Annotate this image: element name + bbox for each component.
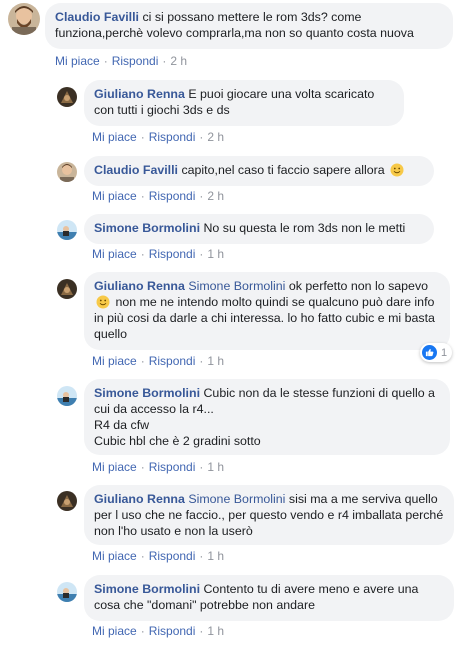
reply-link[interactable]: Rispondi	[149, 460, 196, 474]
comment-time[interactable]: 2 h	[207, 130, 224, 144]
comment-bubble: Giuliano Renna Simone Bormolini sisi ma …	[84, 485, 454, 545]
like-link[interactable]: Mi piace	[92, 624, 137, 638]
like-link[interactable]: Mi piace	[55, 54, 100, 68]
comment-author[interactable]: Giuliano Renna	[94, 87, 185, 101]
comment-author[interactable]: Giuliano Renna	[94, 279, 185, 293]
comment-author[interactable]: Simone Bormolini	[94, 221, 200, 235]
comment-text: capito,nel caso ti faccio sapere allora	[181, 163, 385, 177]
comment-time[interactable]: 1 h	[207, 460, 224, 474]
reaction-count: 1	[441, 346, 448, 359]
comment-time[interactable]: 2 h	[207, 189, 224, 203]
comment-actions: Mi piace · Rispondi · 1 h	[92, 247, 225, 261]
avatar-giuliano-renna[interactable]	[57, 491, 77, 511]
like-link[interactable]: Mi piace	[92, 460, 137, 474]
comment-bubble: Claudio Favilli capito,nel caso ti facci…	[84, 156, 434, 186]
reply-link[interactable]: Rispondi	[112, 54, 159, 68]
comment-actions: Mi piace · Rispondi · 1 h	[92, 549, 225, 563]
thumbs-up-icon	[422, 345, 437, 360]
like-link[interactable]: Mi piace	[92, 189, 137, 203]
avatar-claudio-favilli[interactable]	[8, 3, 40, 35]
comment-time[interactable]: 1 h	[207, 354, 224, 368]
reply-link[interactable]: Rispondi	[149, 624, 196, 638]
comment-time[interactable]: 2 h	[170, 54, 187, 68]
mention-link[interactable]: Simone Bormolini	[188, 279, 285, 293]
reaction-badge[interactable]: 1	[420, 343, 453, 362]
comment-bubble: Claudio Favilli ci si possano mettere le…	[45, 3, 453, 49]
avatar-giuliano-renna[interactable]	[57, 87, 77, 107]
comment-bubble: Simone Bormolini Contento tu di avere me…	[84, 575, 454, 621]
comment-actions: Mi piace · Rispondi · 1 h	[92, 354, 225, 368]
reply-link[interactable]: Rispondi	[149, 247, 196, 261]
comment-actions: Mi piace · Rispondi · 1 h	[92, 460, 225, 474]
reply-link[interactable]: Rispondi	[149, 354, 196, 368]
avatar-simone-bormolini[interactable]	[57, 386, 77, 406]
like-link[interactable]: Mi piace	[92, 130, 137, 144]
comment-time[interactable]: 1 h	[207, 549, 224, 563]
like-link[interactable]: Mi piace	[92, 549, 137, 563]
comment-actions: Mi piace · Rispondi · 2 h	[92, 189, 225, 203]
like-link[interactable]: Mi piace	[92, 247, 137, 261]
comment-bubble: Simone Bormolini No su questa le rom 3ds…	[84, 214, 434, 244]
comment-bubble: Giuliano Renna E puoi giocare una volta …	[84, 80, 404, 126]
comment-time[interactable]: 1 h	[207, 247, 224, 261]
comment-text: Cubic hbl che è 2 gradini sotto	[94, 434, 261, 448]
like-link[interactable]: Mi piace	[92, 354, 137, 368]
reply-link[interactable]: Rispondi	[149, 130, 196, 144]
comment-actions: Mi piace · Rispondi · 2 h	[92, 130, 225, 144]
comment-author[interactable]: Simone Bormolini	[94, 582, 200, 596]
avatar-simone-bormolini[interactable]	[57, 582, 77, 602]
comment-bubble: Simone Bormolini Cubic non da le stesse …	[84, 379, 450, 455]
reply-link[interactable]: Rispondi	[149, 189, 196, 203]
comment-time[interactable]: 1 h	[207, 624, 224, 638]
comment-text: non me ne intendo molto quindi se qualcu…	[94, 295, 435, 341]
comment-author[interactable]: Claudio Favilli	[94, 163, 178, 177]
mention-link[interactable]: Simone Bormolini	[188, 492, 285, 506]
avatar-simone-bormolini[interactable]	[57, 220, 77, 240]
comment-text: ok perfetto non lo sapevo	[288, 279, 429, 293]
comment-author[interactable]: Claudio Favilli	[55, 10, 139, 24]
comment-author[interactable]: Simone Bormolini	[94, 386, 200, 400]
reply-link[interactable]: Rispondi	[149, 549, 196, 563]
smile-emoji-icon	[390, 163, 404, 177]
avatar-giuliano-renna[interactable]	[57, 279, 77, 299]
smile-emoji-icon	[96, 295, 110, 309]
comment-text: R4 da cfw	[94, 418, 150, 432]
comment-actions: Mi piace · Rispondi · 2 h	[55, 54, 188, 68]
avatar-claudio-favilli[interactable]	[57, 162, 77, 182]
comment-bubble: Giuliano Renna Simone Bormolini ok perfe…	[84, 272, 450, 350]
comment-text: No su questa le rom 3ds non le metti	[203, 221, 406, 235]
comment-author[interactable]: Giuliano Renna	[94, 492, 185, 506]
comment-actions: Mi piace · Rispondi · 1 h	[92, 624, 225, 638]
